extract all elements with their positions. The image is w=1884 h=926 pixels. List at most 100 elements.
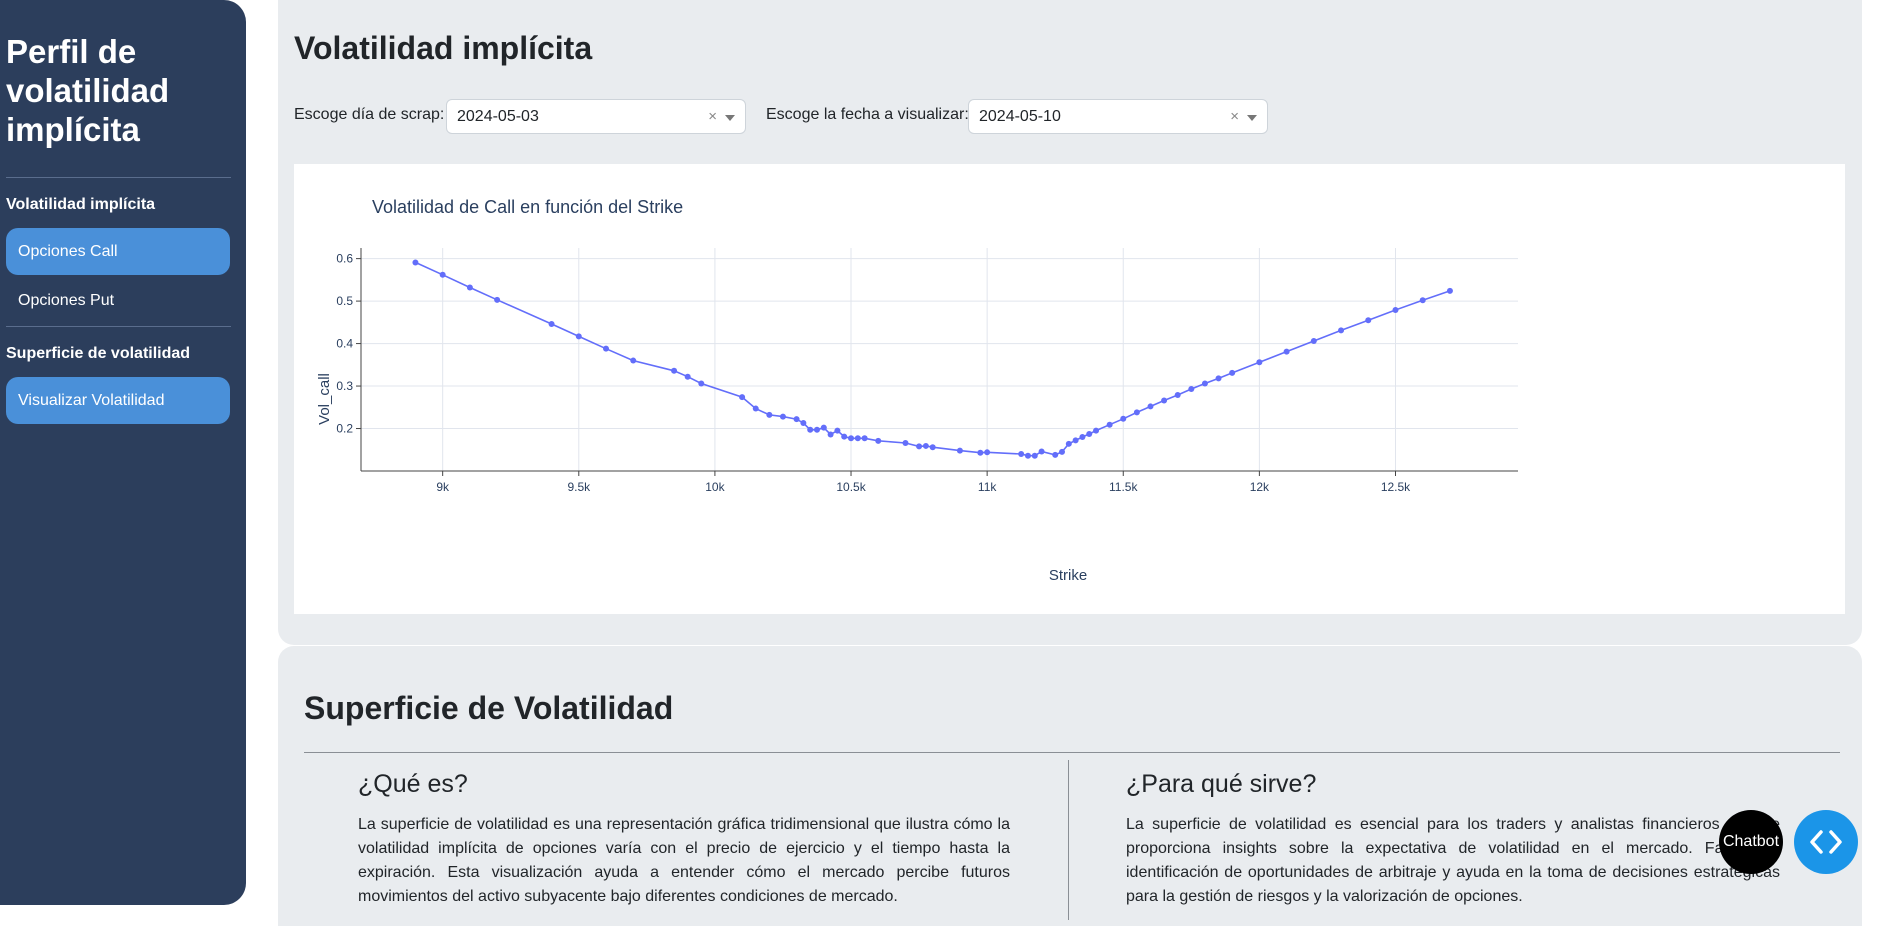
what-for-title: ¿Para qué sirve? [1126, 770, 1317, 798]
chevron-down-icon[interactable] [1247, 115, 1257, 121]
scrap-day-label: Escoge día de scrap: [294, 106, 445, 123]
clear-icon[interactable]: × [1230, 108, 1239, 125]
data-point [1133, 409, 1140, 416]
data-point [1018, 451, 1025, 458]
data-point [548, 321, 555, 328]
data-point [739, 394, 746, 401]
scrap-day-dropdown[interactable]: 2024-05-03 × [446, 99, 746, 134]
data-point [984, 449, 991, 456]
code-icon [1810, 830, 1842, 854]
data-point [922, 442, 929, 449]
sidebar-divider [6, 326, 231, 327]
y-tick-label: 0.2 [336, 422, 353, 436]
data-point [861, 435, 868, 442]
data-point [956, 447, 963, 454]
data-point [813, 426, 820, 433]
data-point [1065, 440, 1072, 447]
y-tick-label: 0.5 [336, 294, 353, 308]
sidebar-title: Perfil de volatilidad implícita [6, 33, 170, 148]
visualize-date-dropdown[interactable]: 2024-05-10 × [968, 99, 1268, 134]
x-tick-label: 12.5k [1381, 480, 1411, 494]
data-point [827, 431, 834, 438]
data-point [807, 426, 814, 433]
sidebar-divider [6, 177, 231, 178]
chart-title: Volatilidad de Call en función del Strik… [372, 197, 683, 217]
data-point [1024, 452, 1031, 459]
data-point [603, 345, 610, 352]
data-point [793, 416, 800, 423]
chart-svg[interactable]: Volatilidad de Call en función del Strik… [294, 164, 1845, 614]
visualize-date-label: Escoge la fecha a visualizar: [766, 106, 969, 123]
y-tick-label: 0.4 [336, 337, 353, 351]
data-point [752, 405, 759, 412]
data-point [494, 296, 501, 303]
data-point [854, 435, 861, 442]
volatility-chart[interactable]: Volatilidad de Call en función del Strik… [294, 164, 1845, 614]
x-axis-title: Strike [1049, 567, 1087, 584]
data-point [1201, 380, 1208, 387]
data-point [1446, 287, 1453, 294]
data-point [848, 435, 855, 442]
data-point [1419, 297, 1426, 304]
x-tick-label: 9.5k [567, 480, 591, 494]
what-for-text: La superficie de volatilidad es esencial… [1126, 816, 1780, 905]
y-tick-label: 0.6 [336, 252, 353, 266]
surface-card: Superficie de Volatilidad ¿Qué es? La su… [278, 646, 1862, 926]
data-point [684, 373, 691, 380]
data-point [1188, 386, 1195, 393]
data-point [1120, 415, 1127, 422]
data-point [1338, 327, 1345, 334]
data-point [1031, 452, 1038, 459]
scrap-day-value: 2024-05-03 [457, 107, 539, 125]
x-tick-label: 11.5k [1109, 480, 1138, 494]
data-point [1283, 348, 1290, 355]
nav-opciones-call[interactable]: Opciones Call [6, 228, 230, 275]
what-is-title: ¿Qué es? [358, 770, 468, 798]
data-point [466, 284, 473, 291]
sidebar-section-surface: Superficie de volatilidad [6, 345, 191, 362]
column-divider [1068, 760, 1069, 920]
series-line [415, 261, 1451, 457]
what-for-column: ¿Para qué sirve? La superficie de volati… [1126, 770, 1780, 909]
clear-icon[interactable]: × [708, 108, 717, 125]
data-point [1174, 391, 1181, 398]
x-tick-label: 10.5k [836, 480, 866, 494]
nav-visualizar-volatilidad[interactable]: Visualizar Volatilidad [6, 377, 230, 424]
data-point [834, 427, 841, 434]
data-point [820, 424, 827, 431]
y-axis-title: Vol_call [316, 373, 333, 425]
data-point [929, 444, 936, 451]
chatbot-label: Chatbot [1722, 833, 1780, 850]
data-point [1161, 397, 1168, 404]
data-point [1365, 317, 1372, 324]
sidebar-section-volatility: Volatilidad implícita [6, 196, 156, 213]
code-button[interactable] [1794, 810, 1858, 874]
x-tick-label: 12k [1250, 480, 1270, 494]
data-point [766, 411, 773, 418]
data-point [902, 439, 909, 446]
data-point [412, 259, 419, 266]
data-point [698, 380, 705, 387]
chevron-down-icon[interactable] [725, 115, 735, 121]
x-tick-label: 11k [978, 480, 997, 494]
data-point [1079, 434, 1086, 441]
data-point [841, 433, 848, 440]
data-point [1310, 338, 1317, 345]
data-point [1059, 448, 1066, 455]
data-point [1229, 369, 1236, 376]
x-tick-label: 9k [436, 480, 450, 494]
what-is-column: ¿Qué es? La superficie de volatilidad es… [358, 770, 1010, 909]
chatbot-button[interactable]: Chatbot [1719, 810, 1783, 874]
data-point [1106, 421, 1113, 428]
data-point [875, 437, 882, 444]
nav-opciones-put[interactable]: Opciones Put [6, 277, 230, 324]
data-point [1215, 375, 1222, 382]
data-point [1038, 448, 1045, 455]
visualize-date-value: 2024-05-10 [979, 107, 1061, 125]
data-point [977, 449, 984, 456]
x-tick-label: 10k [705, 480, 725, 494]
what-is-text: La superficie de volatilidad es una repr… [358, 816, 1010, 905]
surface-title: Superficie de Volatilidad [304, 690, 674, 726]
surface-divider [304, 752, 1840, 753]
y-tick-label: 0.3 [336, 379, 353, 393]
